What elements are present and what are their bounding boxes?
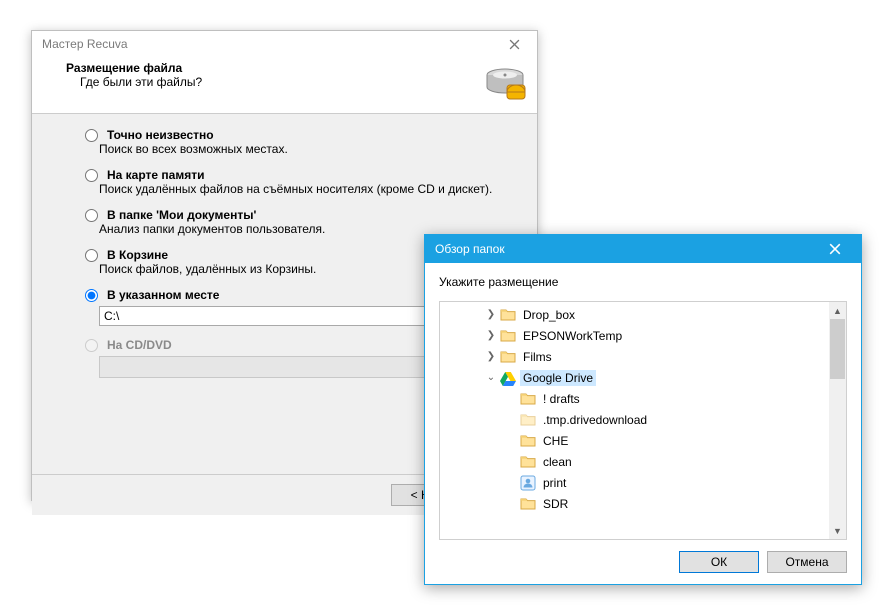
expander-icon: .: [504, 477, 518, 488]
option-mydocs-label: В папке 'Мои документы': [107, 208, 256, 222]
gdrive-icon: [500, 370, 516, 386]
tree-item-label: EPSONWorkTemp: [520, 328, 625, 344]
option-unknown-desc: Поиск во всех возможных местах.: [99, 142, 507, 156]
option-memorycard-desc: Поиск удалённых файлов на съёмных носите…: [99, 182, 507, 196]
browse-footer: ОК Отмена: [425, 540, 861, 584]
radio-specific[interactable]: [85, 289, 98, 302]
tree-item[interactable]: . .tmp.drivedownload: [440, 409, 829, 430]
contact-icon: [520, 475, 536, 491]
tree-item[interactable]: . ! drafts: [440, 388, 829, 409]
close-icon[interactable]: [815, 238, 855, 260]
option-memorycard-label: На карте памяти: [107, 168, 204, 182]
tree-item[interactable]: ❯ Drop_box: [440, 304, 829, 325]
wizard-title: Мастер Recuva: [42, 37, 497, 51]
folder-icon: [520, 412, 536, 428]
option-unknown: Точно неизвестно Поиск во всех возможных…: [80, 128, 507, 156]
scroll-down-icon[interactable]: ▼: [829, 522, 846, 539]
tree-item-label: Google Drive: [520, 370, 596, 386]
tree-item-label: CHE: [540, 433, 571, 449]
expander-icon: .: [504, 456, 518, 467]
expander-icon[interactable]: ❯: [484, 351, 498, 362]
tree-item-label: print: [540, 475, 569, 491]
ok-button[interactable]: ОК: [679, 551, 759, 573]
browse-titlebar[interactable]: Обзор папок: [425, 235, 861, 263]
option-unknown-row[interactable]: Точно неизвестно: [80, 128, 507, 142]
folder-icon: [520, 391, 536, 407]
expander-icon: .: [504, 435, 518, 446]
tree-item[interactable]: . SDR: [440, 493, 829, 514]
option-memorycard: На карте памяти Поиск удалённых файлов н…: [80, 168, 507, 196]
radio-unknown[interactable]: [85, 129, 98, 142]
radio-recyclebin[interactable]: [85, 249, 98, 262]
tree-item[interactable]: ❯ Films: [440, 346, 829, 367]
radio-memorycard[interactable]: [85, 169, 98, 182]
radio-cddvd: [85, 339, 98, 352]
tree-item-label: SDR: [540, 496, 571, 512]
folder-tree-viewport[interactable]: ❯ Drop_box ❯ EPSONWorkTemp ❯ Films ⌄ Google Dri…: [440, 302, 829, 539]
folder-icon: [520, 454, 536, 470]
tree-item-label: Drop_box: [520, 307, 578, 323]
expander-icon: .: [504, 414, 518, 425]
expander-icon[interactable]: ❯: [484, 330, 498, 341]
close-icon[interactable]: [497, 34, 531, 54]
tree-item[interactable]: . clean: [440, 451, 829, 472]
folder-icon: [500, 349, 516, 365]
tree-item[interactable]: ⌄ Google Drive: [440, 367, 829, 388]
option-mydocs-row[interactable]: В папке 'Мои документы': [80, 208, 507, 222]
folder-icon: [520, 433, 536, 449]
folder-icon: [500, 307, 516, 323]
option-cddvd-label: На CD/DVD: [107, 338, 172, 352]
wizard-header: Размещение файла Где были эти файлы?: [32, 57, 537, 114]
option-recyclebin-label: В Корзине: [107, 248, 168, 262]
tree-item[interactable]: . print: [440, 472, 829, 493]
option-mydocs: В папке 'Мои документы' Анализ папки док…: [80, 208, 507, 236]
tree-item-label: .tmp.drivedownload: [540, 412, 650, 428]
tree-item-label: ! drafts: [540, 391, 583, 407]
wizard-header-title: Размещение файла: [66, 61, 525, 75]
option-memorycard-row[interactable]: На карте памяти: [80, 168, 507, 182]
radio-mydocs[interactable]: [85, 209, 98, 222]
scrollbar[interactable]: ▲ ▼: [829, 302, 846, 539]
expander-icon[interactable]: ❯: [484, 309, 498, 320]
hdd-recovery-icon: [483, 61, 527, 105]
folder-icon: [500, 328, 516, 344]
option-unknown-label: Точно неизвестно: [107, 128, 214, 142]
tree-item[interactable]: . CHE: [440, 430, 829, 451]
wizard-header-subtitle: Где были эти файлы?: [66, 75, 525, 89]
folder-browse-dialog: Обзор папок Укажите размещение ❯ Drop_box…: [424, 234, 862, 585]
browse-body: Укажите размещение ❯ Drop_box ❯ EPSONWorkTe…: [425, 263, 861, 540]
folder-icon: [520, 496, 536, 512]
expander-icon[interactable]: ⌄: [484, 372, 498, 383]
tree-item-label: Films: [520, 349, 555, 365]
tree-item-label: clean: [540, 454, 575, 470]
expander-icon: .: [504, 498, 518, 509]
tree-item[interactable]: ❯ EPSONWorkTemp: [440, 325, 829, 346]
expander-icon: .: [504, 393, 518, 404]
browse-title: Обзор папок: [435, 242, 815, 256]
folder-tree: ❯ Drop_box ❯ EPSONWorkTemp ❯ Films ⌄ Google Dri…: [439, 301, 847, 540]
wizard-titlebar[interactable]: Мастер Recuva: [32, 31, 537, 57]
browse-prompt: Укажите размещение: [439, 275, 847, 289]
scroll-thumb[interactable]: [830, 319, 845, 379]
cancel-button[interactable]: Отмена: [767, 551, 847, 573]
scroll-up-icon[interactable]: ▲: [829, 302, 846, 319]
option-specific-label: В указанном месте: [107, 288, 219, 302]
